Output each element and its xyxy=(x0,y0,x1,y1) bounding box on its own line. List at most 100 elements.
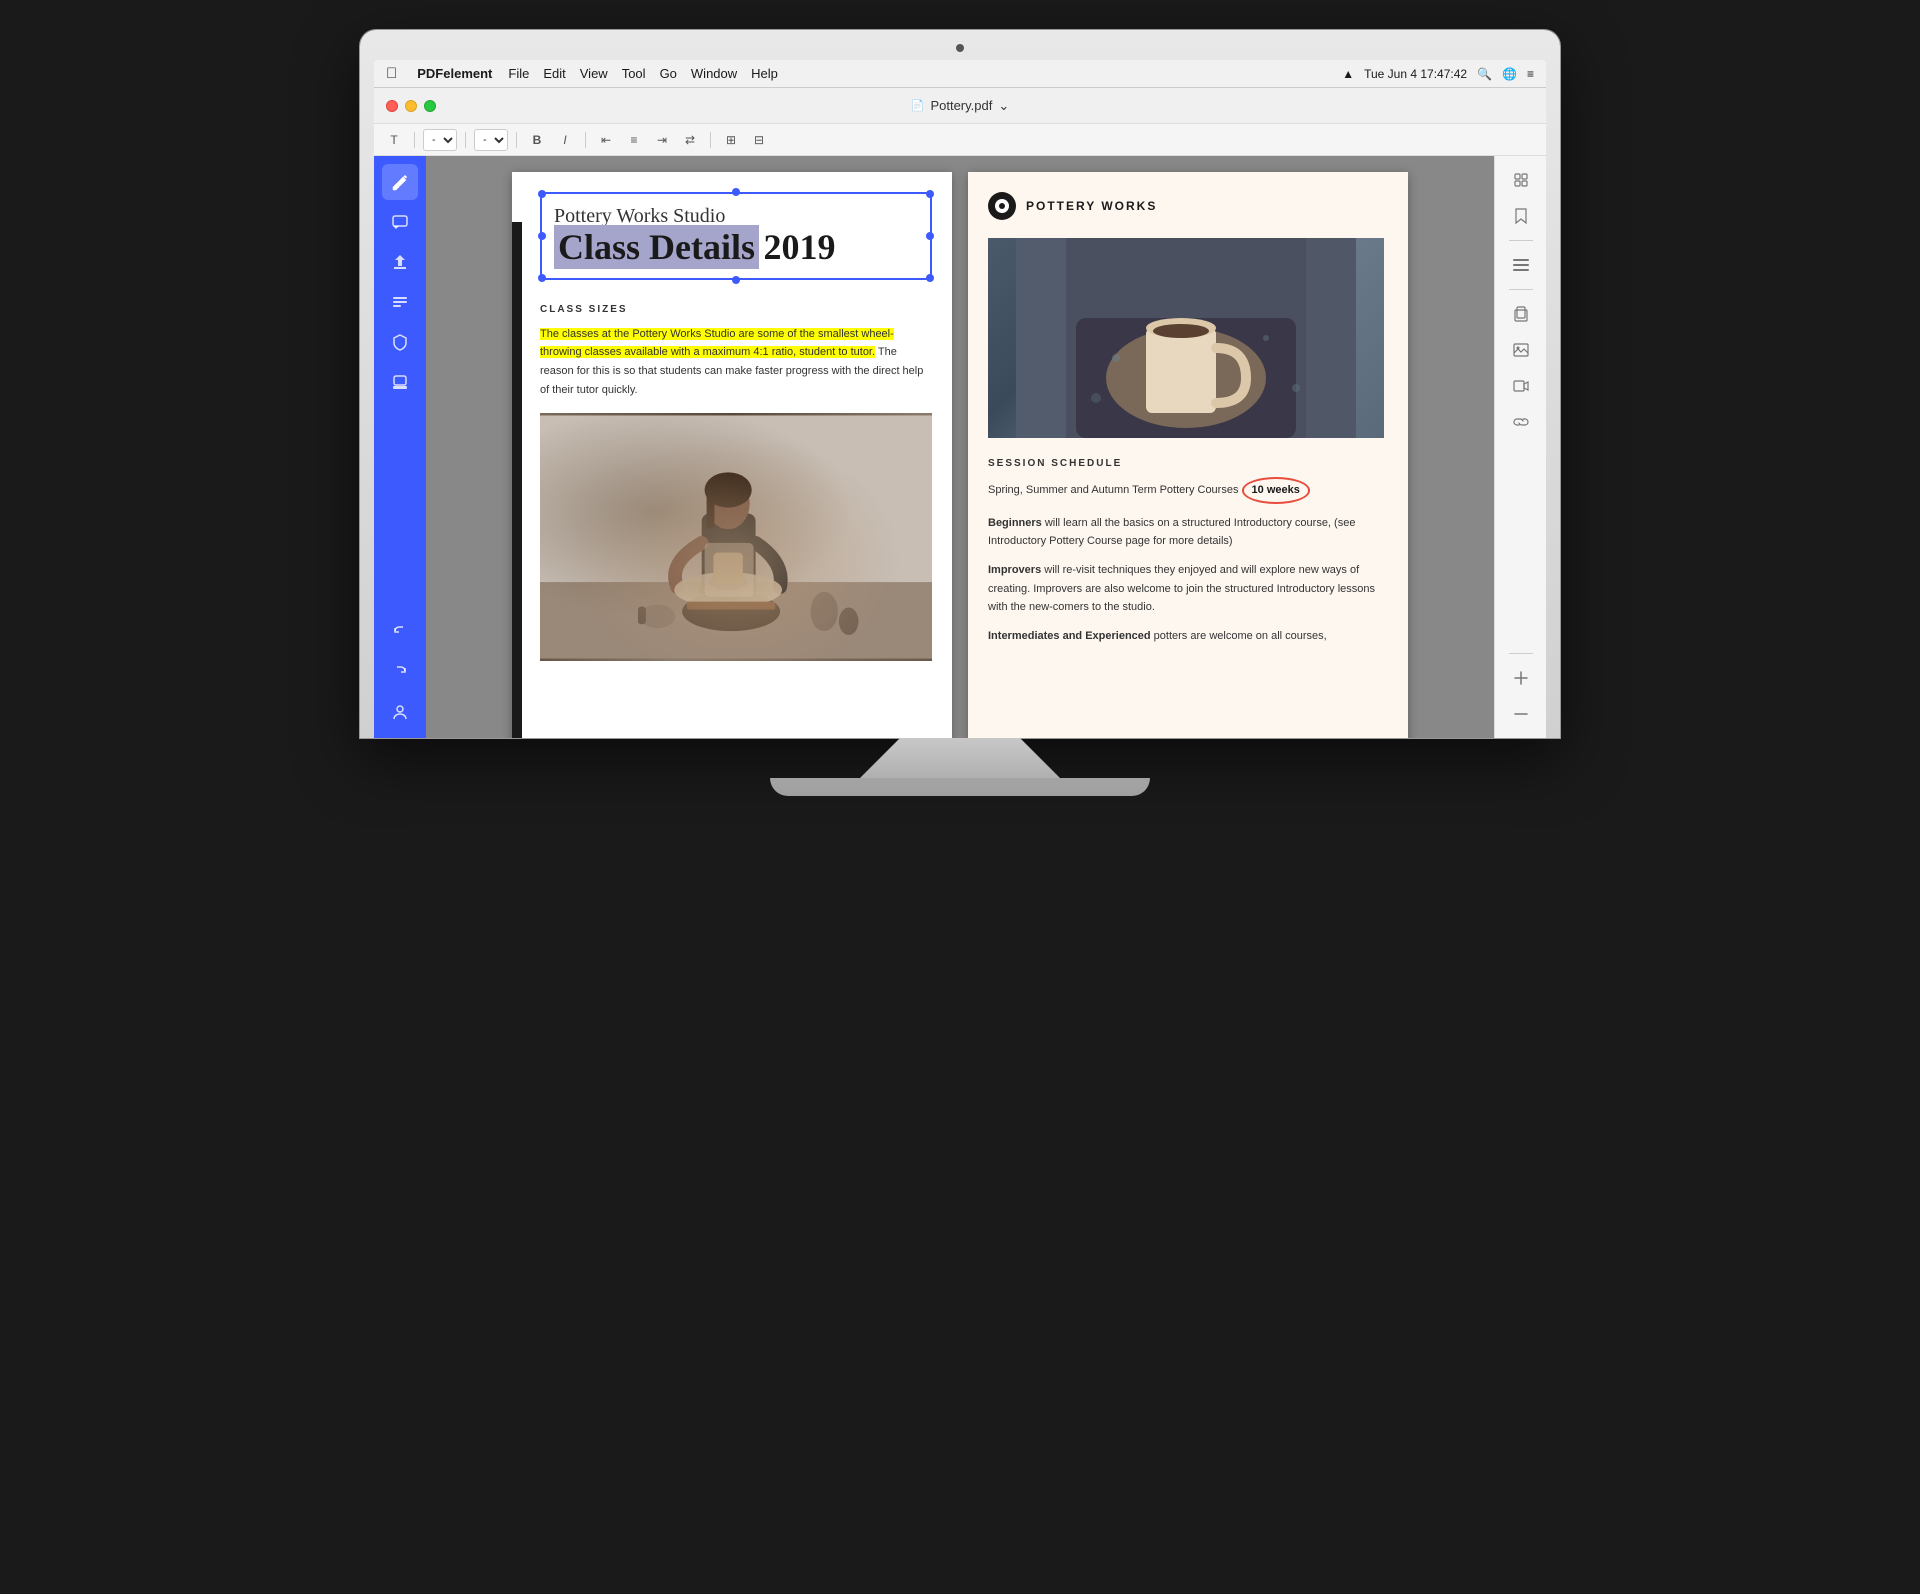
handle-bl xyxy=(538,274,546,282)
handle-right xyxy=(926,232,934,240)
menu-edit[interactable]: Edit xyxy=(543,66,565,81)
italic-button[interactable]: I xyxy=(553,129,577,151)
right-sidebar-menu-icon[interactable] xyxy=(1505,249,1537,281)
right-sidebar-pages-icon[interactable] xyxy=(1505,164,1537,196)
intermediates-paragraph: Intermediates and Experienced potters ar… xyxy=(988,627,1384,646)
pdf-page-left: Pottery Works Studio Class Details 2019 … xyxy=(512,172,952,738)
pottery-logo: POTTERY WORKS xyxy=(988,192,1384,220)
monitor-stand xyxy=(860,738,1060,778)
title-line2-year: Class Details 2019 xyxy=(554,228,918,268)
title-year: 2019 xyxy=(763,227,835,267)
monitor-bezel:  PDFelement File Edit View Tool Go Wind… xyxy=(360,30,1560,738)
left-page-content: Pottery Works Studio Class Details 2019 … xyxy=(512,172,952,738)
page-left-bar xyxy=(512,222,522,738)
intermediates-bold: Intermediates and Experienced xyxy=(988,630,1151,642)
menu-window[interactable]: Window xyxy=(691,66,737,81)
right-sidebar-separator-3 xyxy=(1509,653,1533,654)
highlighted-text: The classes at the Pottery Works Studio … xyxy=(540,328,894,359)
align-center-button[interactable]: ≡ xyxy=(622,129,646,151)
traffic-lights xyxy=(386,100,436,112)
right-sidebar-video-icon[interactable] xyxy=(1505,370,1537,402)
text-tool-button[interactable]: T xyxy=(382,129,406,151)
monitor-screen:  PDFelement File Edit View Tool Go Wind… xyxy=(374,60,1546,738)
menu-file[interactable]: File xyxy=(508,66,529,81)
improvers-bold: Improvers xyxy=(988,564,1041,576)
right-sidebar-separator-1 xyxy=(1509,240,1533,241)
right-sidebar-minus-icon[interactable] xyxy=(1505,698,1537,730)
right-sidebar-add-icon[interactable] xyxy=(1505,662,1537,694)
sidebar-item-user[interactable] xyxy=(382,694,418,730)
right-sidebar-link-icon[interactable] xyxy=(1505,406,1537,438)
title-bar: 📄 Pottery.pdf ⌄ xyxy=(374,88,1546,124)
sidebar-item-undo[interactable] xyxy=(382,614,418,650)
right-sidebar-image-icon[interactable] xyxy=(1505,334,1537,366)
menu-help[interactable]: Help xyxy=(751,66,778,81)
class-sizes-heading: CLASS SIZES xyxy=(540,304,932,315)
chevron-down-icon[interactable]: ⌄ xyxy=(998,98,1009,114)
sidebar-item-share[interactable] xyxy=(382,244,418,280)
close-button[interactable] xyxy=(386,100,398,112)
align-left-button[interactable]: ⇤ xyxy=(594,129,618,151)
right-sidebar xyxy=(1494,156,1546,738)
columns-button[interactable]: ⊟ xyxy=(747,129,771,151)
weeks-badge: 10 weeks xyxy=(1242,477,1310,504)
pottery-photo xyxy=(540,413,932,661)
sidebar-item-stamp[interactable] xyxy=(382,364,418,400)
main-layout: Pottery Works Studio Class Details 2019 … xyxy=(374,156,1546,738)
table-button[interactable]: ⊞ xyxy=(719,129,743,151)
sidebar-item-redo[interactable] xyxy=(382,654,418,690)
date-time: Tue Jun 4 17:47:42 xyxy=(1364,67,1467,81)
list-icon: ≡ xyxy=(1527,67,1534,81)
pdf-icon: 📄 xyxy=(911,99,925,112)
pdf-container[interactable]: Pottery Works Studio Class Details 2019 … xyxy=(426,156,1494,738)
title-line2: Class Details xyxy=(554,225,759,269)
filename: Pottery.pdf xyxy=(930,98,992,113)
class-sizes-section: CLASS SIZES The classes at the Pottery W… xyxy=(540,304,932,400)
session-intro: Spring, Summer and Autumn Term Pottery C… xyxy=(988,477,1384,504)
sidebar-item-form[interactable] xyxy=(382,284,418,320)
right-sidebar-separator-2 xyxy=(1509,289,1533,290)
monitor-camera xyxy=(956,44,964,52)
right-page-content: POTTERY WORKS xyxy=(968,172,1408,738)
sidebar-item-edit[interactable] xyxy=(382,164,418,200)
font-select[interactable]: - xyxy=(423,129,457,151)
align-justify-button[interactable]: ⇄ xyxy=(678,129,702,151)
minimize-button[interactable] xyxy=(405,100,417,112)
sidebar-bottom xyxy=(382,614,418,730)
pdf-page-right: POTTERY WORKS xyxy=(968,172,1408,738)
menu-bar-left:  PDFelement File Edit View Tool Go Wind… xyxy=(386,65,778,82)
maximize-button[interactable] xyxy=(424,100,436,112)
logo-circle xyxy=(988,192,1016,220)
toolbar-separator-2 xyxy=(465,132,466,148)
toolbar-separator-1 xyxy=(414,132,415,148)
handle-tr xyxy=(926,190,934,198)
session-intro-text: Spring, Summer and Autumn Term Pottery C… xyxy=(988,484,1238,496)
improvers-paragraph: Improvers will re-visit techniques they … xyxy=(988,561,1384,617)
toolbar-separator-5 xyxy=(710,132,711,148)
session-schedule-section: SESSION SCHEDULE Spring, Summer and Autu… xyxy=(988,458,1384,646)
right-sidebar-attachment-icon[interactable] xyxy=(1505,298,1537,330)
sidebar-item-comment[interactable] xyxy=(382,204,418,240)
title-bar-center: 📄 Pottery.pdf ⌄ xyxy=(911,98,1010,114)
bold-button[interactable]: B xyxy=(525,129,549,151)
menu-bar-right: ▲ Tue Jun 4 17:47:42 🔍 🌐 ≡ xyxy=(1342,67,1534,81)
toolbar-separator-4 xyxy=(585,132,586,148)
search-icon[interactable]: 🔍 xyxy=(1477,67,1492,81)
wifi-icon: ▲ xyxy=(1342,67,1354,81)
app-name[interactable]: PDFelement xyxy=(417,66,492,81)
globe-icon: 🌐 xyxy=(1502,67,1517,81)
stand-wrapper xyxy=(360,738,1560,796)
align-right-button[interactable]: ⇥ xyxy=(650,129,674,151)
monitor-base xyxy=(770,778,1150,796)
menu-tool[interactable]: Tool xyxy=(622,66,646,81)
title-box[interactable]: Pottery Works Studio Class Details 2019 xyxy=(540,192,932,280)
mug-scene xyxy=(988,238,1384,438)
right-sidebar-bookmark-icon[interactable] xyxy=(1505,200,1537,232)
size-select[interactable]: - xyxy=(474,129,508,151)
handle-br xyxy=(926,274,934,282)
menu-view[interactable]: View xyxy=(580,66,608,81)
sidebar-item-protect[interactable] xyxy=(382,324,418,360)
apple-logo:  xyxy=(386,65,397,82)
menu-go[interactable]: Go xyxy=(660,66,677,81)
handle-tl xyxy=(538,190,546,198)
